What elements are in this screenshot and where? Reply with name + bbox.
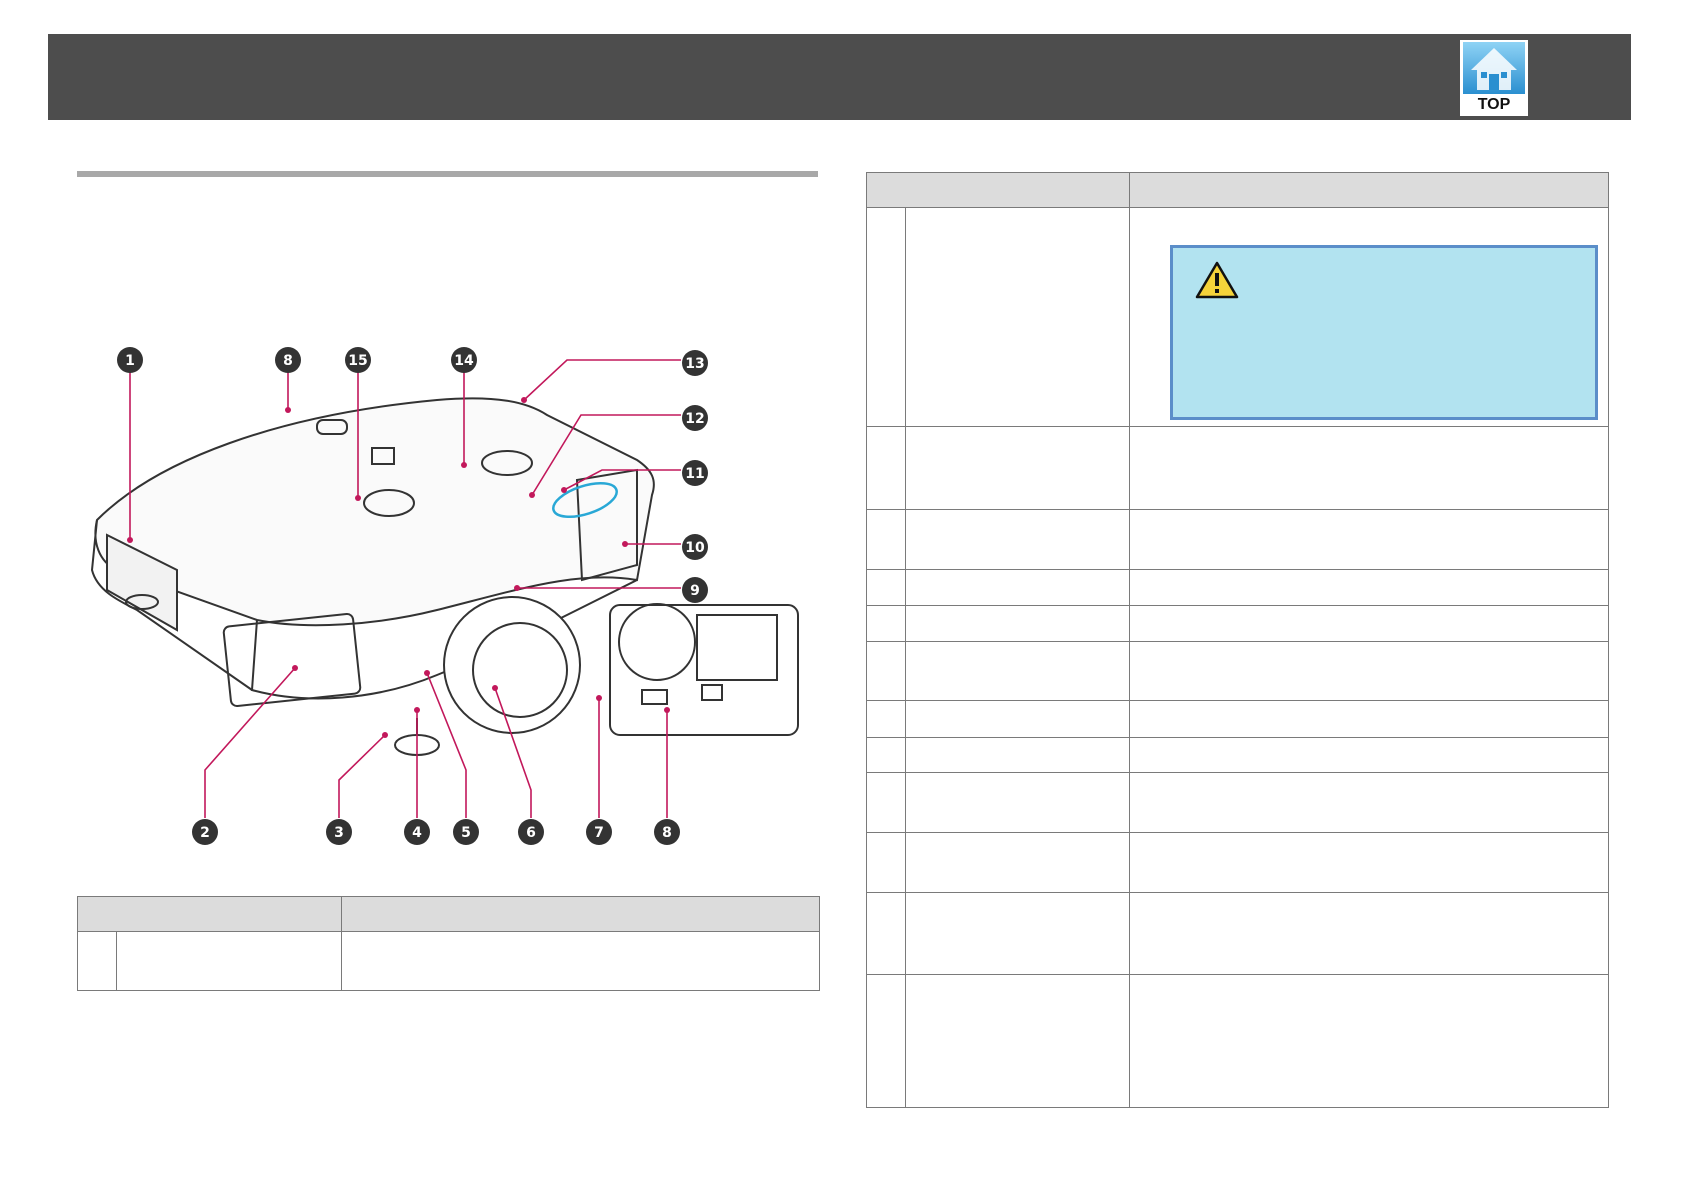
row-number [866, 605, 906, 642]
col-header-name [77, 896, 342, 932]
row-number [866, 974, 906, 1108]
home-top-icon [1463, 42, 1525, 94]
table-row [866, 737, 1609, 773]
row-number [866, 509, 906, 570]
row-description [1129, 737, 1609, 773]
callout-11: 11 [685, 466, 704, 482]
row-description [1129, 892, 1609, 975]
row-number [866, 772, 906, 833]
table-row [866, 974, 1609, 1108]
row-description [1129, 832, 1609, 893]
callout-9: 9 [690, 583, 700, 599]
table-row [866, 605, 1609, 642]
header-bar [48, 34, 1631, 120]
parts-table-left [77, 896, 820, 991]
callout-12: 12 [685, 411, 704, 427]
row-description [1129, 974, 1609, 1108]
row-description [1129, 426, 1609, 510]
row-name [905, 737, 1130, 773]
row-number [866, 569, 906, 606]
row-description [1129, 569, 1609, 606]
table-row [866, 832, 1609, 893]
row-number [866, 892, 906, 975]
callout-15: 15 [348, 353, 367, 369]
projector-illustration: 1 8 15 14 13 12 11 10 9 2 3 4 5 6 7 8 [90, 347, 799, 845]
row-number [866, 737, 906, 773]
row-name [905, 569, 1130, 606]
row-number [77, 931, 117, 991]
row-name [905, 641, 1130, 701]
row-name [905, 700, 1130, 738]
callout-2: 2 [200, 825, 210, 841]
row-description [1129, 641, 1609, 701]
warning-triangle-icon [1195, 261, 1239, 299]
table-row [866, 569, 1609, 606]
row-name [905, 605, 1130, 642]
row-description [1129, 772, 1609, 833]
caution-box [1170, 245, 1598, 420]
top-button-label: TOP [1477, 96, 1511, 113]
row-name [905, 892, 1130, 975]
table-row [866, 772, 1609, 833]
callout-5: 5 [461, 825, 471, 841]
row-name [905, 426, 1130, 510]
callout-7: 7 [594, 825, 604, 841]
row-name [905, 974, 1130, 1108]
row-name [116, 931, 342, 991]
row-number [866, 207, 906, 427]
table-row [866, 892, 1609, 975]
col-header-name [866, 172, 1130, 208]
section-rule [77, 171, 818, 177]
callout-6: 6 [526, 825, 536, 841]
callout-14: 14 [454, 353, 474, 369]
row-number [866, 641, 906, 701]
table-row [866, 509, 1609, 570]
row-number [866, 426, 906, 510]
top-button[interactable]: TOP [1460, 40, 1528, 116]
callout-8-top: 8 [283, 353, 293, 369]
row-description [1129, 700, 1609, 738]
row-name [905, 207, 1130, 427]
callout-3: 3 [334, 825, 344, 841]
row-name [905, 509, 1130, 570]
table-row [866, 700, 1609, 738]
callout-8-bottom: 8 [662, 825, 672, 841]
col-header-function [1129, 172, 1609, 208]
row-name [905, 832, 1130, 893]
callout-4: 4 [412, 825, 422, 841]
row-description [1129, 605, 1609, 642]
col-header-function [341, 896, 820, 932]
callout-10: 10 [685, 540, 705, 556]
callout-1: 1 [125, 353, 135, 369]
table-row [866, 426, 1609, 510]
row-number [866, 700, 906, 738]
row-description [1129, 509, 1609, 570]
table-row [866, 641, 1609, 701]
row-name [905, 772, 1130, 833]
callout-13: 13 [685, 356, 704, 372]
row-description [341, 931, 820, 991]
table-row [77, 931, 820, 991]
row-number [866, 832, 906, 893]
